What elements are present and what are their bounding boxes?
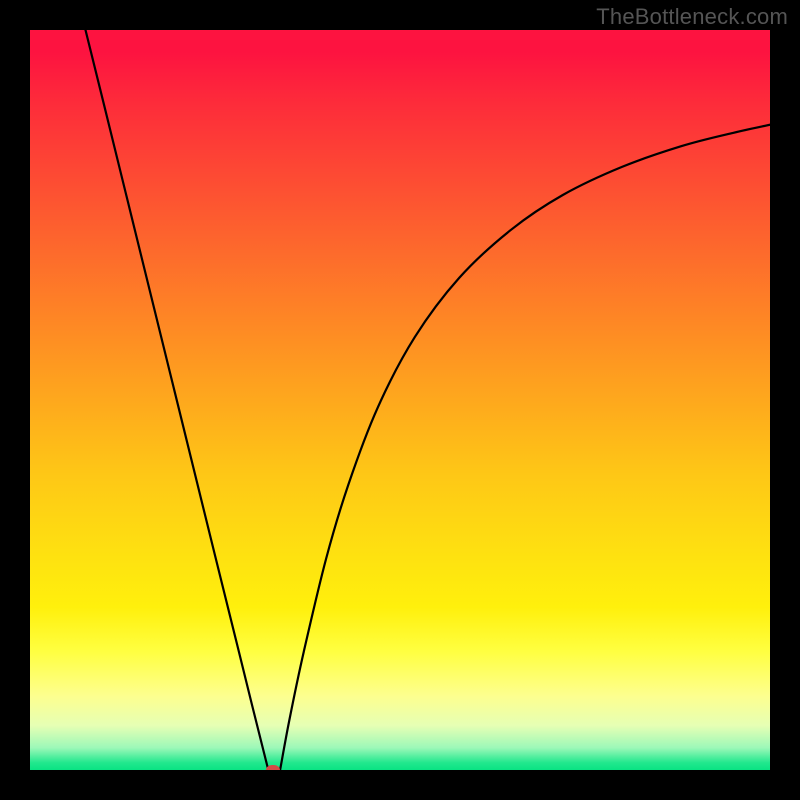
watermark-text: TheBottleneck.com <box>596 4 788 30</box>
minimum-marker <box>266 765 280 770</box>
plot-area <box>30 30 770 770</box>
chart-frame: TheBottleneck.com <box>0 0 800 800</box>
bottleneck-curve <box>30 30 770 770</box>
